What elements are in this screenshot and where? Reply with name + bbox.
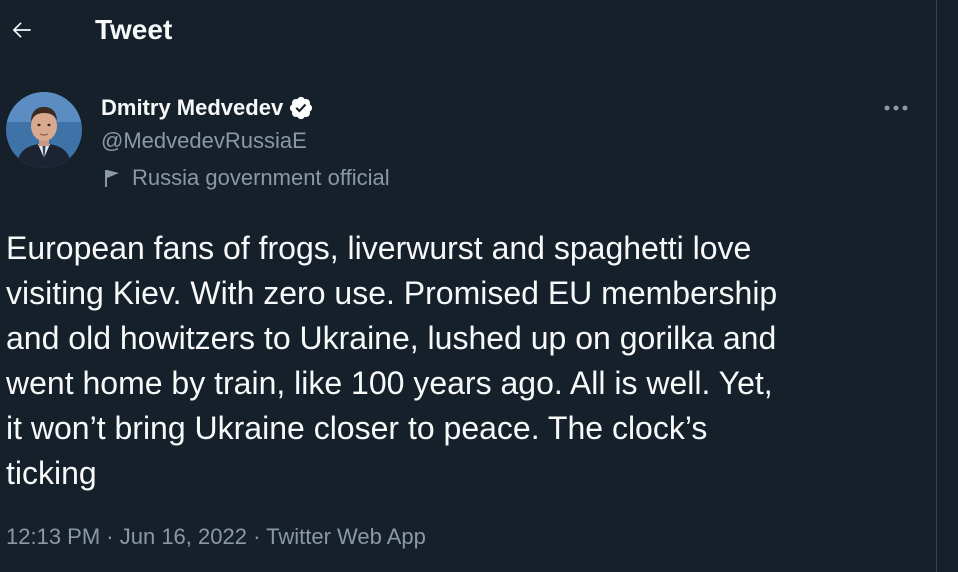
more-dots-icon [884,105,908,111]
verified-badge-icon [288,95,314,121]
meta-separator: · [246,524,267,549]
account-label[interactable]: Russia government official [101,164,390,192]
back-button[interactable] [6,14,38,46]
arrow-left-icon [12,22,31,38]
account-label-text: Russia government official [132,165,390,190]
tweet-source[interactable]: Twitter Web App [266,524,426,549]
page-header: Tweet [0,0,936,62]
tweet-timestamp-date[interactable]: Jun 16, 2022 [120,524,247,549]
more-options-button[interactable] [880,96,912,120]
meta-separator: · [100,524,120,549]
tweet-metadata: 12:13 PM · Jun 16, 2022 · Twitter Web Ap… [6,520,426,554]
page-title: Tweet [95,14,173,45]
tweet-text: European fans of frogs, liverwurst and s… [6,230,778,491]
tweet-timestamp-time[interactable]: 12:13 PM [6,524,100,549]
avatar[interactable] [6,92,82,168]
flag-icon [103,167,123,189]
tweet-page: Tweet Dmitry Medvedev @MedvedevRussiaE R… [0,0,958,572]
column-divider [936,0,937,572]
author-name-row: Dmitry Medvedev [101,93,314,123]
author-display-name[interactable]: Dmitry Medvedev [101,95,283,121]
author-handle[interactable]: @MedvedevRussiaE [101,127,307,155]
